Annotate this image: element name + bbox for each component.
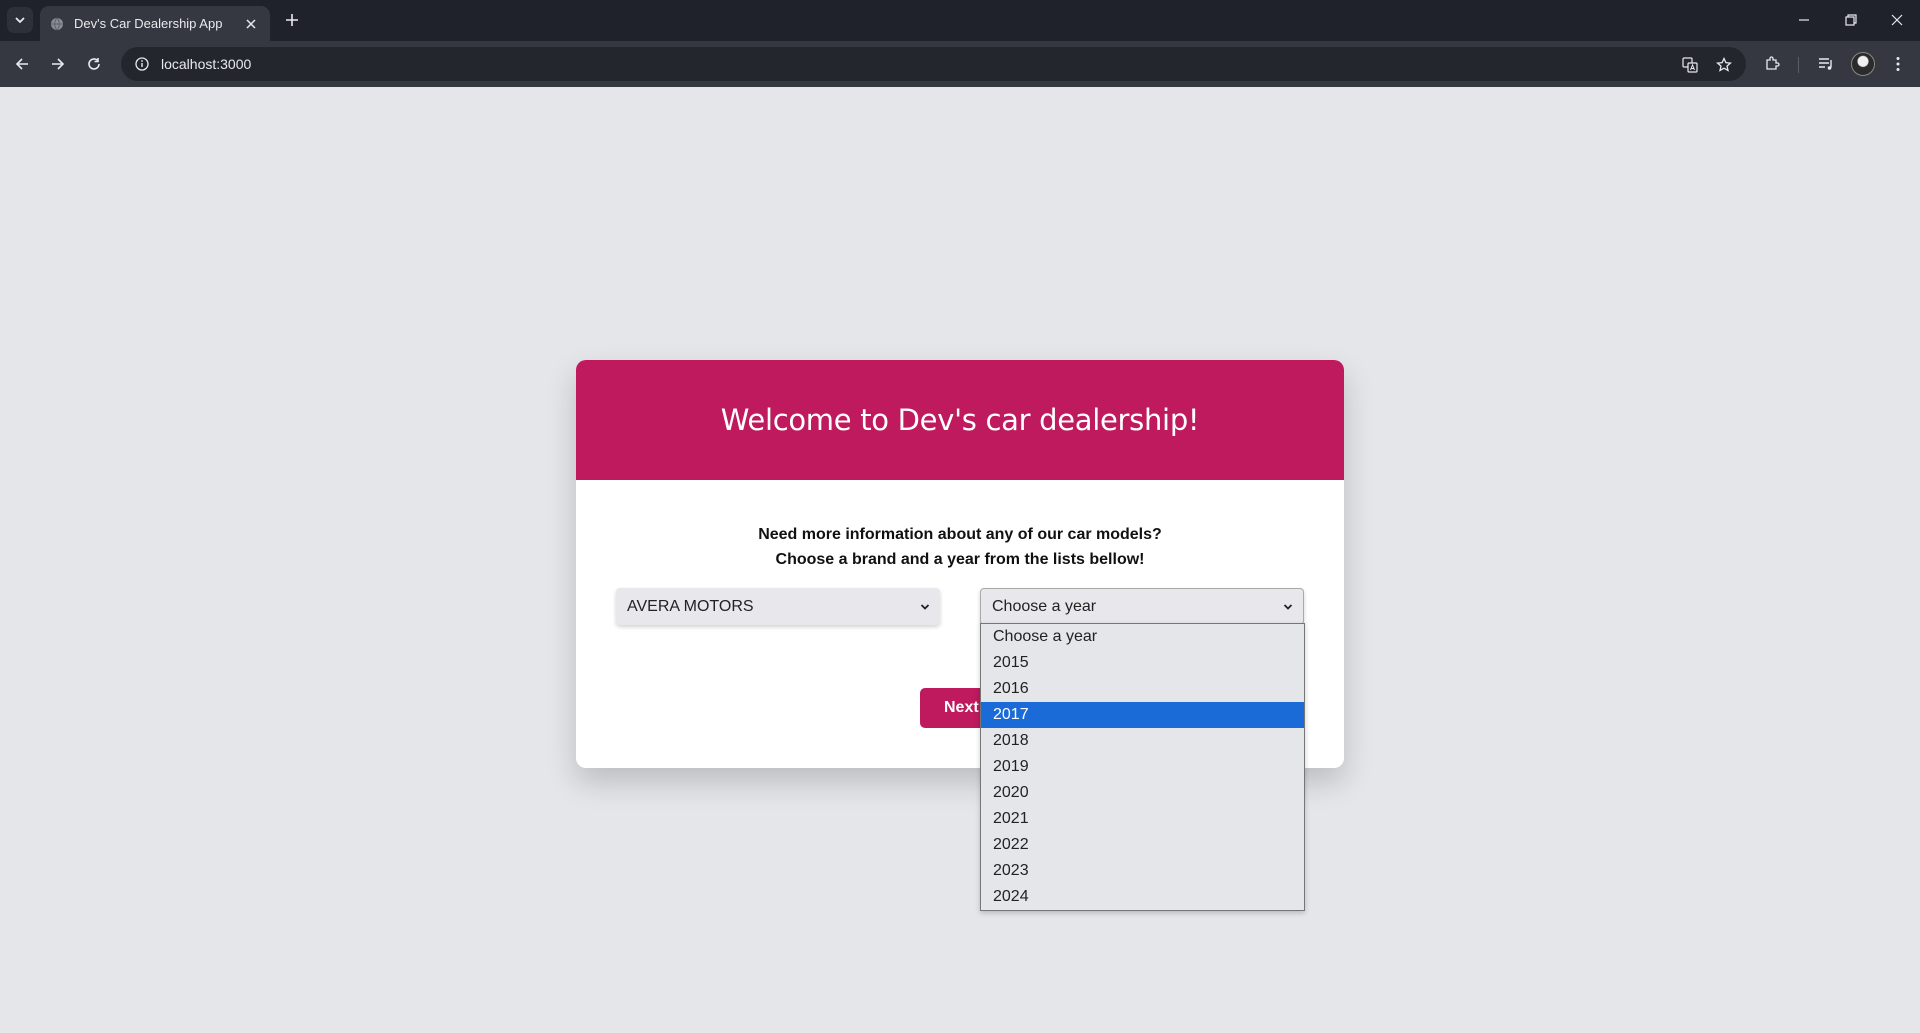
window-close-button[interactable] [1885,8,1909,32]
info-icon[interactable] [131,53,153,75]
year-option[interactable]: Choose a year [981,624,1304,650]
extensions-icon [1766,56,1780,70]
year-option[interactable]: 2022 [981,832,1304,858]
year-option[interactable]: 2024 [981,884,1304,910]
avatar[interactable] [1851,52,1875,76]
year-option[interactable]: 2018 [981,728,1304,754]
media-button[interactable] [1814,52,1838,76]
year-option[interactable]: 2015 [981,650,1304,676]
reload-icon [88,58,100,70]
year-option[interactable]: 2019 [981,754,1304,780]
intro-line-2: Choose a brand and a year from the lists… [775,551,1145,568]
close-icon[interactable] [242,15,260,33]
browser-toolbar: localhost:3000 [0,41,1920,87]
plus-icon [286,14,298,26]
address-bar[interactable]: localhost:3000 [121,47,1746,81]
card-header: Welcome to Dev's car dealership! [576,360,1344,480]
forward-button[interactable] [44,50,72,78]
toolbar-divider [1798,57,1799,73]
browser-tab[interactable]: Dev's Car Dealership App [40,6,270,41]
tab-title: Dev's Car Dealership App [74,16,223,31]
back-button[interactable] [8,50,36,78]
forward-icon [52,58,65,70]
year-option-highlighted[interactable]: 2017 [981,702,1304,728]
year-select-value: Choose a year [992,597,1097,615]
translate-icon[interactable] [1679,54,1701,76]
year-option[interactable]: 2016 [981,676,1304,702]
year-option[interactable]: 2023 [981,858,1304,884]
restore-button[interactable] [1839,8,1863,32]
tab-list-icon [15,17,25,24]
intro-line-1: Need more information about any of our c… [758,526,1162,543]
year-option[interactable]: 2020 [981,780,1304,806]
reload-button[interactable] [80,50,108,78]
url-text[interactable]: localhost:3000 [161,56,1746,72]
menu-icon [1896,57,1900,71]
year-select[interactable]: Choose a year [980,588,1304,625]
globe-icon [50,17,64,31]
star-icon[interactable] [1713,54,1735,76]
brand-select-value: AVERA MOTORS [627,597,754,615]
extensions-button[interactable] [1760,52,1784,76]
chevron-down-icon [1283,603,1293,610]
page-title: Welcome to Dev's car dealership! [720,403,1200,437]
tab-list-button[interactable] [7,7,33,33]
brand-select[interactable]: AVERA MOTORS [616,588,940,625]
intro-text: Need more information about any of our c… [576,522,1344,572]
close-icon [1891,14,1903,26]
year-option[interactable]: 2021 [981,806,1304,832]
media-icon [1819,58,1832,70]
year-dropdown-list[interactable]: Choose a year 2015 2016 2017 2018 2019 2… [980,623,1305,911]
minimize-icon [1799,19,1809,21]
browser-tabstrip: Dev's Car Dealership App [0,0,1920,41]
back-icon [15,58,28,70]
minimize-button[interactable] [1792,8,1816,32]
browser-menu-button[interactable] [1886,52,1910,76]
restore-icon [1845,14,1857,26]
new-tab-button[interactable] [280,8,304,32]
chevron-down-icon [920,603,930,610]
